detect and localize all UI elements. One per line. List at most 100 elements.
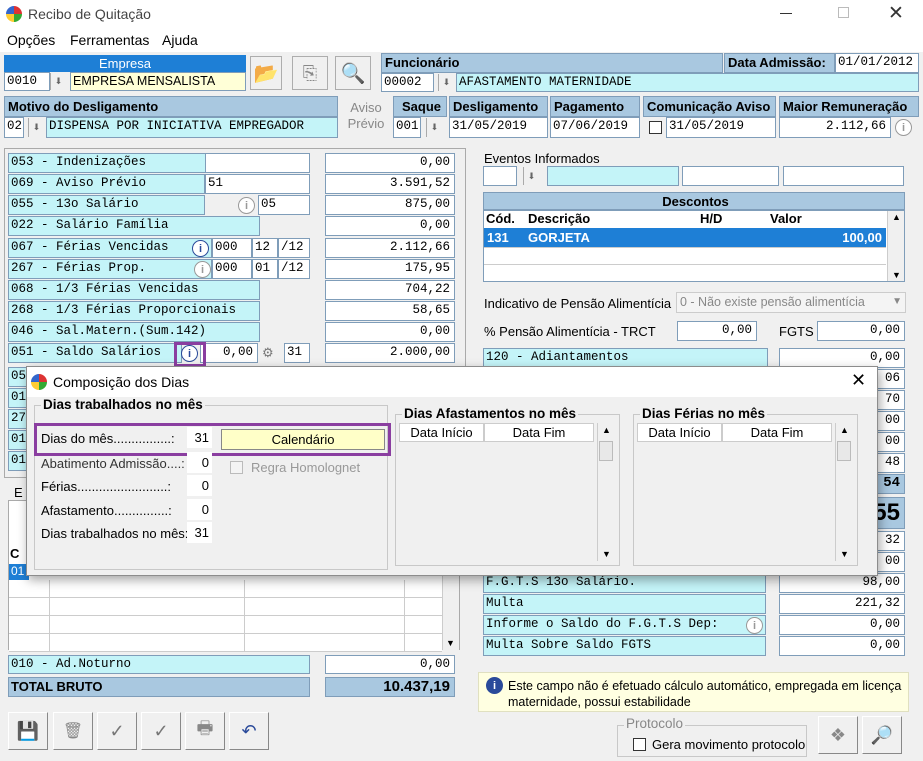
dias-trab-value: 31 [187, 522, 212, 543]
pensao-label: Indicativo de Pensão Alimentícia [484, 296, 672, 311]
eventos-label: Eventos Informados [484, 151, 600, 166]
funcionario-code[interactable]: 00002 [381, 73, 434, 92]
empresa-code[interactable]: 0010 [4, 72, 50, 91]
verba-value[interactable]: 58,65 [325, 301, 455, 321]
fgts-row-value[interactable]: 0,00 [779, 615, 905, 635]
verba-ref2[interactable]: 01 [252, 259, 278, 279]
verba-ref[interactable]: 51 [205, 174, 310, 194]
afast-scrollbar[interactable]: ▲ ▼ [597, 423, 614, 561]
saque-lookup-icon[interactable]: ⬇ [426, 118, 442, 137]
verba-info-icon[interactable]: i [238, 197, 255, 214]
left-grid-row[interactable] [9, 598, 442, 616]
eventos-field3[interactable] [783, 166, 904, 186]
print-button[interactable]: 🖶 [185, 712, 225, 750]
verba-ref2[interactable]: 31 [284, 343, 310, 363]
document-button[interactable]: ⎘ [292, 56, 328, 90]
verba-value[interactable]: 2.000,00 [325, 343, 455, 363]
confirm-all-button[interactable]: ✓ [141, 712, 181, 750]
menu-ferramentas[interactable]: Ferramentas [70, 32, 149, 48]
verba-value[interactable]: 875,00 [325, 195, 455, 215]
afastamento-value[interactable]: 0 [187, 499, 212, 520]
dialog-close-icon[interactable]: ✕ [851, 370, 866, 391]
open-folder-button[interactable]: 📂 [250, 56, 282, 90]
desc-valor: 100,00 [842, 230, 882, 245]
comunicacao-checkbox[interactable] [649, 121, 662, 134]
verba-ref[interactable]: 05 [258, 195, 310, 215]
left-grid-row[interactable] [9, 634, 442, 652]
desligamento-value[interactable]: 31/05/2019 [449, 117, 548, 138]
aviso-previo-button[interactable]: Aviso Prévio [343, 100, 389, 138]
desc-desc: GORJETA [528, 230, 590, 245]
afastamentos-title: Dias Afastamentos no mês [402, 406, 579, 421]
left-grid-row[interactable] [9, 580, 442, 598]
protocolo-checkbox[interactable] [633, 738, 646, 751]
pct-pensao-value[interactable]: 0,00 [677, 321, 757, 341]
regra-checkbox[interactable] [230, 461, 243, 474]
verba-value[interactable]: 2.112,66 [325, 238, 455, 258]
pensao-select[interactable]: 0 - Não existe pensão alimentícia ▼ [676, 292, 906, 313]
ferias-grid[interactable]: Data Início Data Fim ▲ ▼ [637, 423, 855, 563]
search-person-button[interactable]: 🔎 [862, 716, 902, 754]
motivo-value[interactable]: DISPENSA POR INICIATIVA EMPREGADOR [46, 117, 338, 138]
funcionario-lookup-icon[interactable]: ⬇ [438, 74, 454, 91]
fgts-row-value[interactable]: 98,00 [779, 573, 905, 593]
eventos-desc[interactable] [547, 166, 679, 186]
ferias-value[interactable]: 0 [187, 475, 212, 496]
verba-ref[interactable] [205, 153, 310, 173]
verba-info-icon[interactable]: i [192, 240, 209, 257]
verba-value[interactable]: 3.591,52 [325, 174, 455, 194]
verba-info-icon[interactable]: i [194, 261, 211, 278]
fgts-info-icon[interactable]: i [746, 617, 763, 634]
comunicacao-value[interactable]: 31/05/2019 [666, 117, 776, 138]
calc-icon[interactable]: ⚙ [262, 345, 274, 361]
maximize-icon[interactable] [838, 7, 849, 18]
verba-value[interactable]: 0,00 [325, 216, 455, 236]
maior-rem-info-icon[interactable]: i [895, 119, 912, 136]
fgts-row-value[interactable]: 0,00 [779, 636, 905, 656]
right-row-value[interactable]: 0,00 [779, 348, 905, 368]
menu-ajuda[interactable]: Ajuda [162, 32, 198, 48]
motivo-code[interactable]: 02 [4, 117, 24, 138]
verba-ref[interactable]: 000 [212, 238, 252, 258]
verba-value[interactable]: 0,00 [325, 322, 455, 342]
descontos-scrollbar[interactable]: ▲ ▼ [887, 211, 904, 281]
verba-value[interactable]: 704,22 [325, 280, 455, 300]
undo-button[interactable]: ↶ [229, 712, 269, 750]
eventos-code[interactable] [483, 166, 517, 186]
confirm-button[interactable]: ✓ [97, 712, 137, 750]
verba-ref2[interactable]: 12 [252, 238, 278, 258]
verba-value[interactable]: 175,95 [325, 259, 455, 279]
empresa-name[interactable]: EMPRESA MENSALISTA [70, 72, 246, 91]
verba-value[interactable]: 0,00 [325, 153, 455, 173]
descontos-row-selected[interactable]: 131 GORJETA 100,00 [484, 228, 886, 247]
maior-rem-value[interactable]: 2.112,66 [779, 117, 891, 138]
saque-value[interactable]: 001 [393, 117, 421, 138]
close-icon[interactable]: ✕ [888, 2, 904, 25]
fgts-label: FGTS [779, 324, 814, 339]
left-grid-row[interactable] [9, 616, 442, 634]
eventos-lookup-icon[interactable]: ⬇ [523, 167, 539, 185]
ferias-scrollbar[interactable]: ▲ ▼ [835, 423, 852, 561]
delete-button[interactable]: 🗑 [53, 712, 93, 750]
save-button[interactable]: 💾 [8, 712, 48, 750]
motivo-lookup-icon[interactable]: ⬇ [28, 118, 44, 137]
menu-opcoes[interactable]: Opções [7, 32, 55, 48]
composicao-dialog: Composição dos Dias ✕ Dias trabalhados n… [26, 366, 878, 576]
eventos-field2[interactable] [682, 166, 779, 186]
pagamento-value[interactable]: 07/06/2019 [550, 117, 640, 138]
verba-ref[interactable]: 000 [212, 259, 252, 279]
fgts-value[interactable]: 0,00 [817, 321, 905, 341]
afastamentos-grid[interactable]: Data Início Data Fim ▲ ▼ [399, 423, 617, 563]
verba-ref[interactable]: 0,00 [200, 343, 258, 363]
settings-button[interactable]: ❖ [818, 716, 858, 754]
fgts-row-value[interactable]: 221,32 [779, 594, 905, 614]
saque-label: Saque [393, 96, 447, 117]
minimize-icon[interactable] [780, 13, 792, 14]
ad-noturno-value[interactable]: 0,00 [325, 655, 455, 674]
empresa-lookup-icon[interactable]: ⬇ [50, 73, 66, 90]
abatimento-value[interactable]: 0 [187, 452, 212, 473]
admissao-value[interactable]: 01/01/2012 [835, 53, 919, 73]
regra-label: Regra Homolognet [251, 460, 361, 475]
search-zoom-button[interactable]: 🔍 [335, 56, 371, 90]
funcionario-name[interactable]: AFASTAMENTO MATERNIDADE [456, 73, 919, 92]
